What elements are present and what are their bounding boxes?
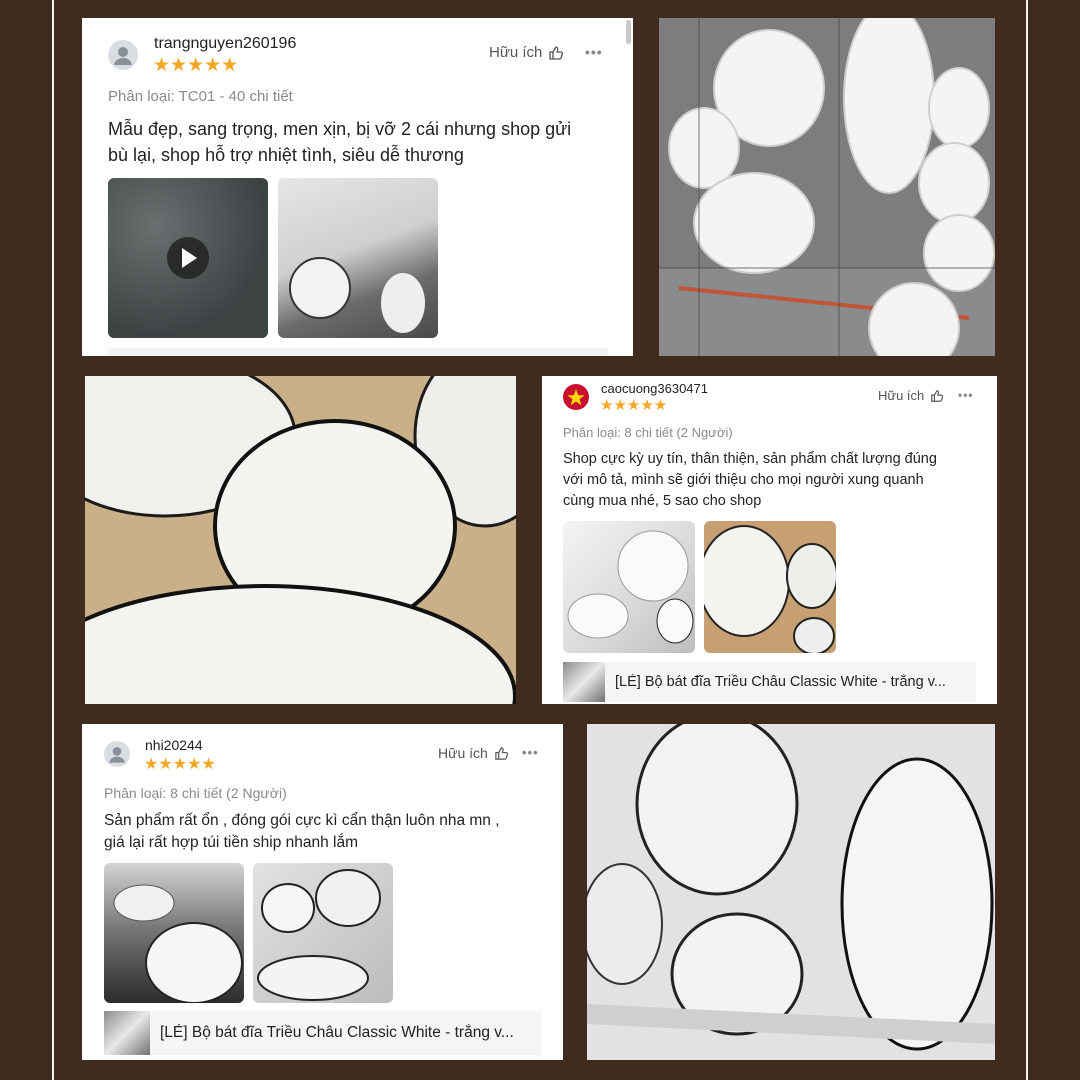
helpful-label: Hữu ích bbox=[438, 745, 488, 761]
user-avatar-icon[interactable] bbox=[104, 741, 130, 767]
product-thumbnail bbox=[563, 662, 605, 702]
review-photo-thumbnail[interactable] bbox=[704, 521, 836, 653]
scrollbar[interactable] bbox=[626, 20, 631, 44]
review-video-thumbnail[interactable] bbox=[108, 178, 268, 338]
review-photo-thumbnail[interactable] bbox=[253, 863, 393, 1003]
helpful-label: Hữu ích bbox=[878, 388, 925, 403]
variation-meta: Phân loại: TC01 - 40 chi tiết bbox=[108, 88, 293, 105]
vietnam-flag-icon[interactable] bbox=[563, 384, 589, 410]
more-options-icon[interactable]: ••• bbox=[585, 44, 603, 60]
review-card-2: caocuong3630471 ★★★★★ Hữu ích ••• Phân l… bbox=[542, 376, 997, 704]
review-text-line-1: Sản phẩm rất ổn , đóng gói cực kì cẩn th… bbox=[104, 812, 500, 829]
helpful-button[interactable]: Hữu ích bbox=[489, 44, 564, 61]
thumbs-up-icon bbox=[931, 389, 944, 402]
rating-stars: ★★★★★ bbox=[153, 55, 239, 76]
rating-stars: ★★★★★ bbox=[144, 756, 216, 773]
more-options-icon[interactable]: ••• bbox=[522, 745, 539, 760]
photo-packaging bbox=[587, 724, 995, 1060]
review-text-line-2: giá lại rất hợp túi tiền ship nhanh lắm bbox=[104, 834, 359, 851]
thumbs-up-icon bbox=[495, 746, 508, 760]
review-card-3: nhi20244 ★★★★★ Hữu ích ••• Phân loại: 8 … bbox=[82, 724, 563, 1060]
review-text-line-1: Mẫu đẹp, sang trọng, men xịn, bị vỡ 2 cá… bbox=[108, 119, 572, 139]
product-title: [LẺ] Bộ bát đĩa Triều Châu Classic White… bbox=[615, 674, 946, 690]
rating-stars: ★★★★★ bbox=[600, 397, 668, 414]
username[interactable]: nhi20244 bbox=[145, 737, 203, 753]
review-text-line-2: với mô tả, mình sẽ giới thiệu cho mọi ng… bbox=[563, 472, 924, 488]
review-text-line-3: cùng mua nhé, 5 sao cho shop bbox=[563, 493, 762, 509]
review-photo-thumbnail[interactable] bbox=[563, 521, 695, 653]
thumbs-up-icon bbox=[549, 45, 564, 60]
username[interactable]: caocuong3630471 bbox=[601, 381, 708, 396]
helpful-button[interactable]: Hữu ích bbox=[878, 388, 944, 403]
review-card-1: trangnguyen260196 ★★★★★ Hữu ích ••• Phân… bbox=[82, 18, 633, 356]
review-photo-thumbnail[interactable] bbox=[278, 178, 438, 338]
user-avatar-icon[interactable] bbox=[108, 40, 138, 70]
product-strip-peek bbox=[108, 348, 608, 356]
review-text-line-1: Shop cực kỳ uy tín, thân thiện, sản phẩm… bbox=[563, 451, 937, 467]
variation-meta: Phân loại: 8 chi tiết (2 Người) bbox=[563, 425, 733, 440]
product-link[interactable]: [LẺ] Bộ bát đĩa Triều Châu Classic White… bbox=[104, 1011, 541, 1055]
username[interactable]: trangnguyen260196 bbox=[154, 35, 296, 53]
review-text-line-2: bù lại, shop hỗ trợ nhiệt tình, siêu dễ … bbox=[108, 145, 464, 165]
play-icon[interactable] bbox=[108, 178, 268, 338]
review-photo-thumbnail[interactable] bbox=[104, 863, 244, 1003]
variation-meta: Phân loại: 8 chi tiết (2 Người) bbox=[104, 785, 287, 801]
product-link[interactable]: [LẺ] Bộ bát đĩa Triều Châu Classic White… bbox=[563, 662, 976, 702]
photo-bowls-closeup bbox=[85, 376, 516, 704]
product-thumbnail bbox=[104, 1011, 150, 1055]
helpful-label: Hữu ích bbox=[489, 44, 543, 61]
photo-dishwasher-rack bbox=[659, 18, 995, 356]
product-title: [LẺ] Bộ bát đĩa Triều Châu Classic White… bbox=[160, 1024, 514, 1041]
helpful-button[interactable]: Hữu ích bbox=[438, 745, 509, 761]
more-options-icon[interactable]: ••• bbox=[958, 388, 974, 402]
